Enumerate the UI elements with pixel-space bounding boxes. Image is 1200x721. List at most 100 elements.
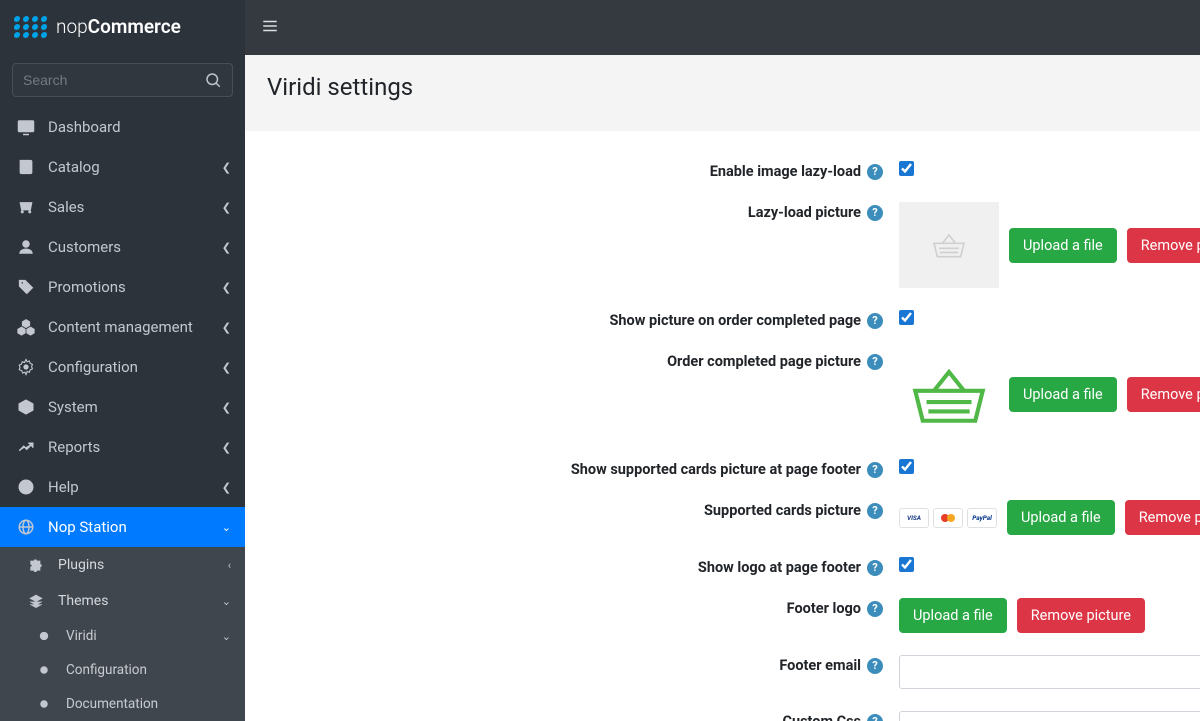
cubes-icon <box>14 318 38 336</box>
chevron-left-icon: ❮ <box>222 361 231 374</box>
remove-footer-logo[interactable]: Remove picture <box>1017 598 1145 633</box>
search-input[interactable] <box>23 72 204 88</box>
topbar <box>245 0 1200 55</box>
sidebar-item-label: Sales <box>48 198 222 216</box>
help-icon[interactable]: ? <box>867 462 883 478</box>
chevron-left-icon: ❮ <box>222 201 231 214</box>
user-icon <box>14 238 38 256</box>
basket-icon <box>929 229 969 261</box>
label-show-order-complete: Show picture on order completed page <box>609 312 861 329</box>
help-icon[interactable]: ? <box>867 164 883 180</box>
checkbox-show-order-complete[interactable] <box>899 310 914 325</box>
globe-icon <box>14 518 38 536</box>
circle-icon <box>32 665 56 675</box>
chevron-left-icon: ❮ <box>222 241 231 254</box>
sidebar-item-plugins[interactable]: Plugins ‹ <box>0 547 245 583</box>
help-icon[interactable]: ? <box>867 313 883 329</box>
sidebar-item-promotions[interactable]: Promotions ❮ <box>0 267 245 307</box>
chevron-left-icon: ❮ <box>222 481 231 494</box>
gear-icon <box>14 358 38 376</box>
upload-footer-logo[interactable]: Upload a file <box>899 598 1007 633</box>
sidebar-item-viridi-documentation[interactable]: Documentation <box>0 687 245 721</box>
search-input-wrap[interactable] <box>12 63 233 97</box>
remove-cards-picture[interactable]: Remove picture <box>1125 500 1200 535</box>
help-icon[interactable]: ? <box>867 658 883 674</box>
sidebar-item-reports[interactable]: Reports ❮ <box>0 427 245 467</box>
circle-icon <box>32 699 56 709</box>
sidebar-item-catalog[interactable]: Catalog ❮ <box>0 147 245 187</box>
sidebar-item-label: Plugins <box>58 557 228 573</box>
order-complete-picture-preview <box>899 351 999 437</box>
sidebar-item-label: Catalog <box>48 158 222 176</box>
logo[interactable]: nopCommerce <box>0 0 245 53</box>
sidebar-item-customers[interactable]: Customers ❮ <box>0 227 245 267</box>
chevron-down-icon: ⌄ <box>222 595 231 608</box>
chevron-left-icon: ❮ <box>222 161 231 174</box>
help-icon[interactable]: ? <box>867 560 883 576</box>
settings-form: Enable image lazy-load? Lazy-load pictur… <box>245 131 1200 721</box>
lazy-picture-preview <box>899 202 999 288</box>
book-icon <box>14 158 38 176</box>
sidebar-item-viridi-configuration[interactable]: Configuration <box>0 653 245 687</box>
sidebar-item-help[interactable]: Help ❮ <box>0 467 245 507</box>
page-header: Viridi settings <box>245 55 1200 131</box>
mastercard-icon <box>933 508 963 528</box>
label-cards-picture: Supported cards picture <box>704 502 861 519</box>
input-footer-email[interactable] <box>899 655 1200 689</box>
chevron-down-icon: ⌄ <box>222 630 231 643</box>
upload-lazy-picture[interactable]: Upload a file <box>1009 228 1117 263</box>
checkbox-show-cards[interactable] <box>899 459 914 474</box>
help-icon[interactable]: ? <box>867 503 883 519</box>
input-custom-css[interactable] <box>899 711 1200 721</box>
sidebar-item-label: Configuration <box>48 358 222 376</box>
upload-cards-picture[interactable]: Upload a file <box>1007 500 1115 535</box>
menu-toggle[interactable] <box>261 17 279 39</box>
sidebar-item-viridi[interactable]: Viridi ⌄ <box>0 619 245 653</box>
target-icon <box>32 631 56 641</box>
chart-icon <box>14 438 38 456</box>
help-icon[interactable]: ? <box>867 714 883 721</box>
label-order-complete-picture: Order completed page picture <box>667 353 861 370</box>
help-icon[interactable]: ? <box>867 601 883 617</box>
page-title: Viridi settings <box>267 73 1200 101</box>
sidebar-item-label: Configuration <box>66 662 231 678</box>
tag-icon <box>14 278 38 296</box>
sidebar-item-label: Content management <box>48 318 222 336</box>
layers-icon <box>24 593 48 609</box>
label-show-footer-logo: Show logo at page footer <box>698 559 861 576</box>
help-icon[interactable]: ? <box>867 205 883 221</box>
help-icon[interactable]: ? <box>867 354 883 370</box>
sidebar-item-nop-station[interactable]: Nop Station ⌄ <box>0 507 245 547</box>
checkbox-show-footer-logo[interactable] <box>899 557 914 572</box>
paypal-card-icon: PayPal <box>967 508 997 528</box>
sidebar-item-label: Help <box>48 478 222 496</box>
sidebar-item-sales[interactable]: Sales ❮ <box>0 187 245 227</box>
sidebar-item-content-management[interactable]: Content management ❮ <box>0 307 245 347</box>
sidebar-item-configuration[interactable]: Configuration ❮ <box>0 347 245 387</box>
checkbox-enable-lazy[interactable] <box>899 161 914 176</box>
visa-card-icon: VISA <box>899 508 929 528</box>
label-lazy-picture: Lazy-load picture <box>748 204 861 221</box>
puzzle-icon <box>24 557 48 573</box>
cart-icon <box>14 198 38 216</box>
label-show-cards: Show supported cards picture at page foo… <box>571 461 861 478</box>
sidebar-item-themes[interactable]: Themes ⌄ <box>0 583 245 619</box>
remove-order-complete-picture[interactable]: Remove picture <box>1127 377 1200 412</box>
sidebar-item-label: Reports <box>48 438 222 456</box>
monitor-icon <box>14 118 38 136</box>
search-icon <box>204 71 222 89</box>
sidebar-item-label: Promotions <box>48 278 222 296</box>
sidebar-item-dashboard[interactable]: Dashboard <box>0 107 245 147</box>
sidebar: nopCommerce Dashboard Catalog ❮ Sales ❮ <box>0 0 245 721</box>
remove-lazy-picture[interactable]: Remove picture <box>1127 228 1200 263</box>
sidebar-item-label: Viridi <box>66 628 222 644</box>
label-footer-logo: Footer logo <box>787 600 861 617</box>
upload-order-complete-picture[interactable]: Upload a file <box>1009 377 1117 412</box>
sidebar-item-system[interactable]: System ❮ <box>0 387 245 427</box>
box-icon <box>14 398 38 416</box>
chevron-left-icon: ❮ <box>222 441 231 454</box>
sidebar-item-label: System <box>48 398 222 416</box>
nav-list: Dashboard Catalog ❮ Sales ❮ Customers ❮ … <box>0 107 245 721</box>
help-icon <box>14 478 38 496</box>
logo-text: nopCommerce <box>56 15 181 38</box>
